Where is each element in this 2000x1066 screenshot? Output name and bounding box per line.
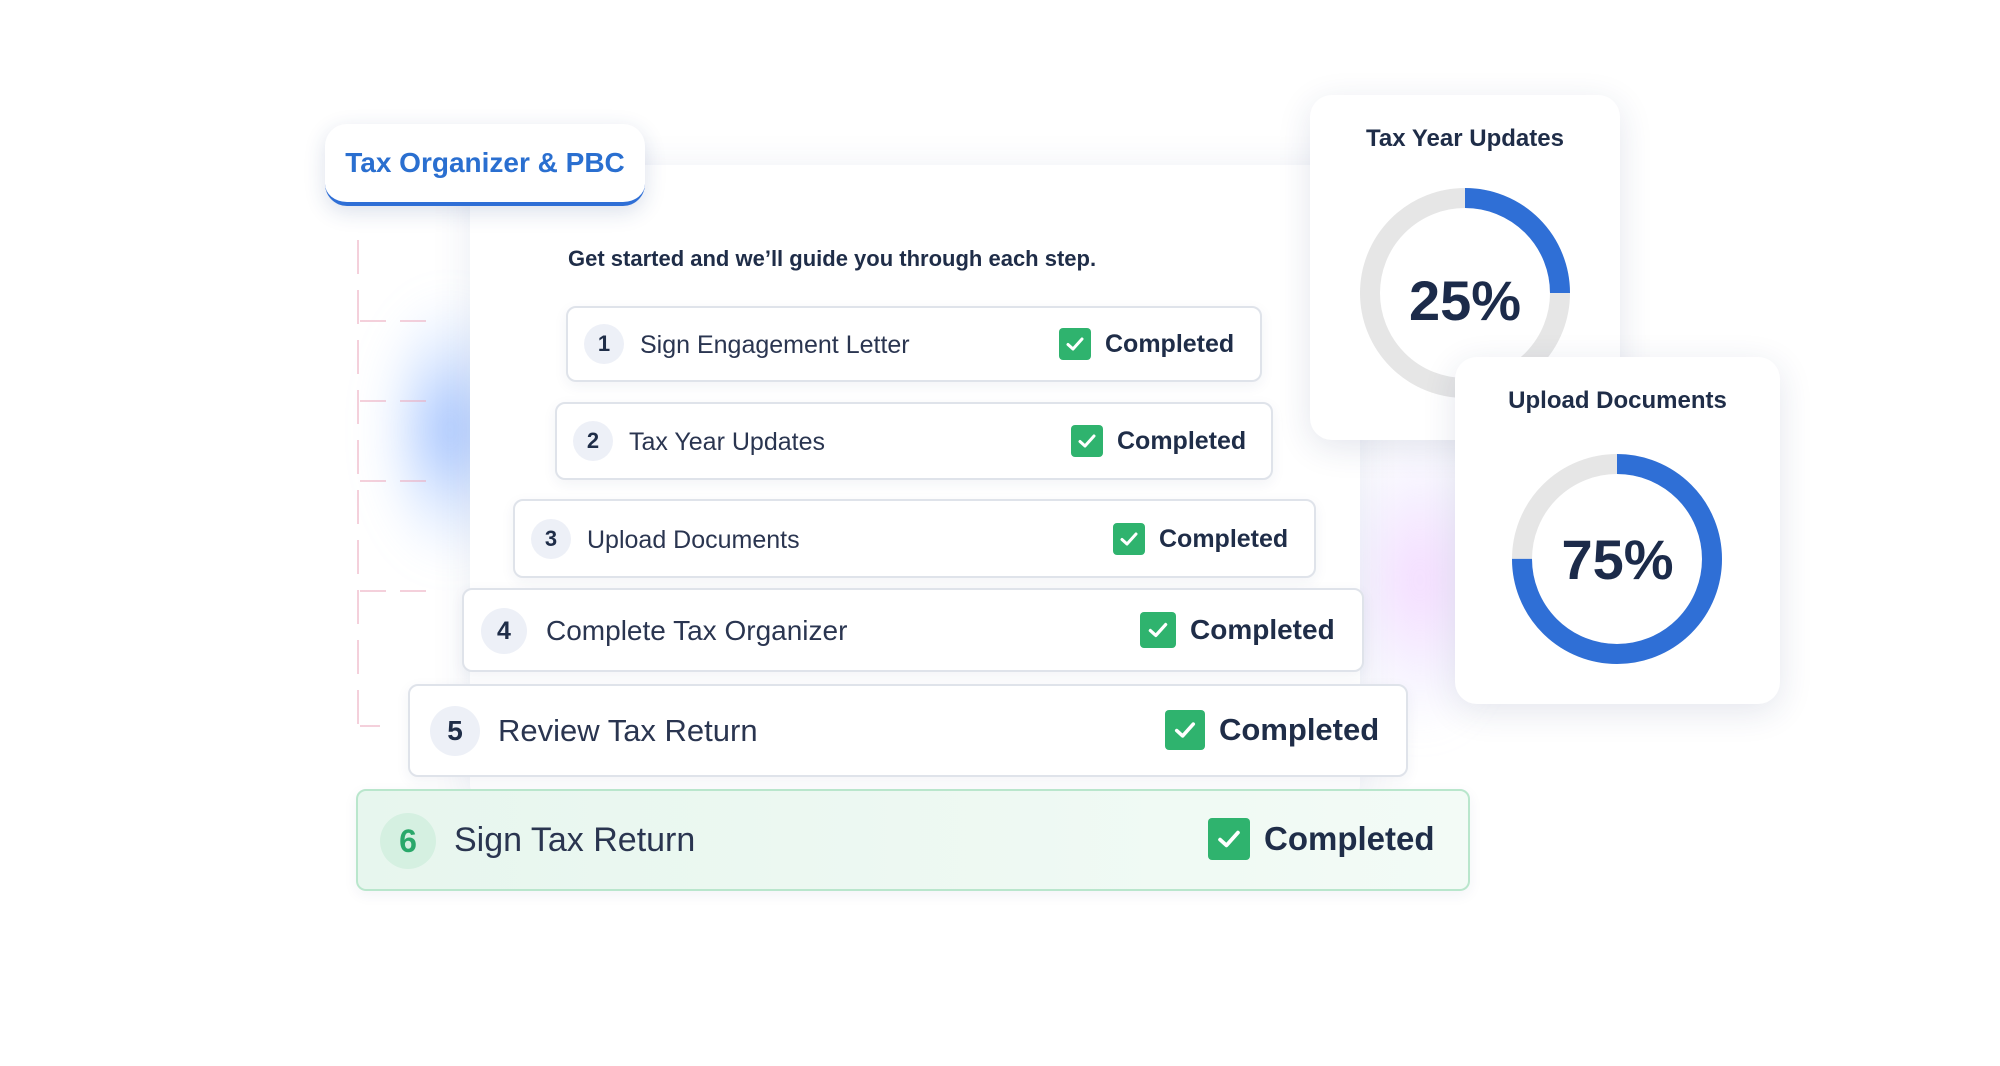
dashed-connector: [360, 590, 430, 592]
dashed-connector: [360, 320, 430, 322]
step-label: Tax Year Updates: [629, 428, 825, 456]
step-label: Upload Documents: [587, 526, 800, 554]
tab-tax-organizer[interactable]: Tax Organizer & PBC: [325, 124, 645, 206]
step-sign-engagement-letter[interactable]: 1 Sign Engagement Letter Completed: [566, 306, 1262, 382]
step-label: Sign Engagement Letter: [640, 331, 910, 359]
status-completed: Completed: [1059, 328, 1234, 360]
status-completed: Completed: [1165, 710, 1379, 750]
status-completed: Completed: [1071, 425, 1246, 457]
card-title: Tax Year Updates: [1366, 125, 1564, 152]
card-title: Upload Documents: [1508, 387, 1727, 414]
status-label: Completed: [1219, 712, 1380, 747]
status-completed: Completed: [1208, 818, 1435, 860]
step-label: Complete Tax Organizer: [546, 615, 848, 646]
check-icon: [1165, 710, 1205, 750]
step-review-tax-return[interactable]: 5 Review Tax Return Completed: [408, 684, 1408, 777]
step-upload-documents[interactable]: 3 Upload Documents Completed: [513, 499, 1316, 578]
step-tax-year-updates[interactable]: 2 Tax Year Updates Completed: [555, 402, 1273, 480]
step-number: 5: [430, 706, 480, 756]
status-completed: Completed: [1113, 523, 1288, 555]
check-icon: [1113, 523, 1145, 555]
step-label: Sign Tax Return: [454, 821, 696, 859]
intro-text: Get started and we’ll guide you through …: [568, 246, 1097, 271]
check-icon: [1140, 612, 1176, 648]
status-label: Completed: [1159, 524, 1289, 553]
step-number: 4: [481, 608, 527, 654]
step-number: 3: [531, 519, 571, 559]
progress-percent: 75%: [1561, 528, 1674, 591]
check-icon: [1071, 425, 1103, 457]
dashed-connector: [360, 400, 430, 402]
status-label: Completed: [1117, 426, 1247, 455]
check-icon: [1208, 818, 1250, 860]
status-label: Completed: [1264, 820, 1435, 857]
progress-percent: 25%: [1408, 269, 1522, 332]
status-label: Completed: [1105, 329, 1235, 358]
status-label: Completed: [1190, 614, 1335, 645]
progress-card-upload-documents: Upload Documents 75%: [1455, 357, 1780, 704]
step-number: 6: [380, 813, 436, 869]
status-completed: Completed: [1140, 612, 1335, 648]
dashed-connector: [360, 725, 380, 727]
step-sign-tax-return[interactable]: 6 Sign Tax Return Completed: [356, 789, 1470, 891]
step-label: Review Tax Return: [498, 713, 758, 748]
check-icon: [1059, 328, 1091, 360]
step-complete-tax-organizer[interactable]: 4 Complete Tax Organizer Completed: [462, 588, 1364, 672]
step-number: 1: [584, 324, 624, 364]
dashed-connector: [360, 480, 430, 482]
dashed-connector: [357, 240, 359, 730]
step-number: 2: [573, 421, 613, 461]
